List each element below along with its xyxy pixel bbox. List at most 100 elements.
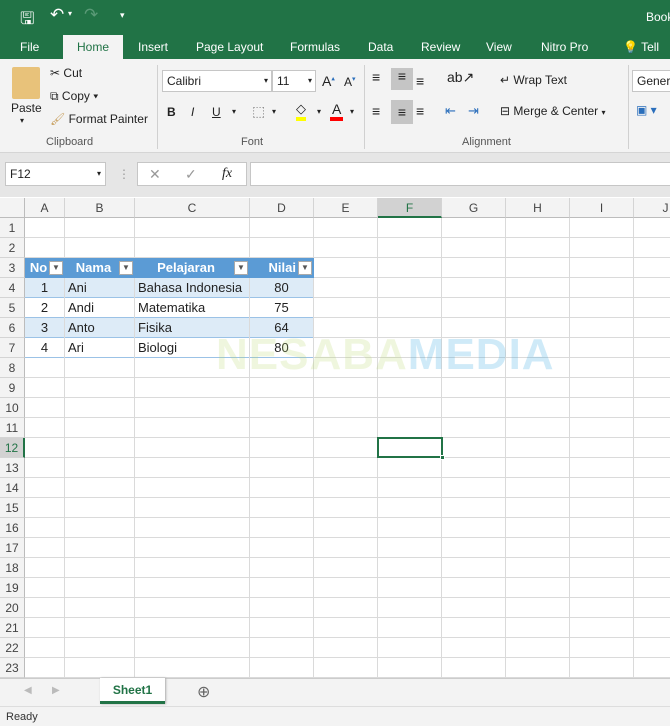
row-header-18[interactable]: 18 [0, 558, 25, 578]
font-color-dropdown-icon[interactable]: ▾ [350, 107, 354, 116]
column-header-e[interactable]: E [314, 198, 378, 218]
column-header-i[interactable]: I [570, 198, 634, 218]
table-cell[interactable]: 4 [25, 338, 64, 358]
align-top-icon[interactable]: ≡ [372, 69, 380, 85]
name-box[interactable]: F12 ▾ [5, 162, 106, 186]
tab-formulas[interactable]: Formulas [282, 35, 348, 59]
row-header-6[interactable]: 6 [0, 318, 25, 338]
row-header-23[interactable]: 23 [0, 658, 25, 678]
align-bottom-icon[interactable]: ≡ [416, 73, 424, 89]
select-all-button[interactable] [0, 198, 25, 218]
fill-dropdown-icon[interactable]: ▾ [317, 107, 321, 116]
tab-review[interactable]: Review [413, 35, 468, 59]
filter-dropdown-icon[interactable]: ▼ [298, 261, 312, 275]
table-cell[interactable]: 1 [25, 278, 64, 298]
tab-data[interactable]: Data [360, 35, 401, 59]
row-header-14[interactable]: 14 [0, 478, 25, 498]
font-name-select[interactable]: Calibri ▾ [162, 70, 272, 92]
tab-nitro-pro[interactable]: Nitro Pro [533, 35, 596, 59]
row-header-2[interactable]: 2 [0, 238, 25, 258]
increase-font-icon[interactable]: A▴ [322, 73, 335, 89]
paste-dropdown-icon[interactable]: ▾ [20, 116, 24, 125]
table-cell[interactable]: Fisika [135, 318, 249, 338]
table-cell[interactable]: Ani [65, 278, 134, 298]
merge-center-button[interactable]: ⊟ Merge & Center ▾ [500, 104, 605, 118]
borders-icon[interactable]: ⬚ [252, 103, 265, 120]
table-cell[interactable]: 80 [250, 338, 313, 358]
tab-file[interactable]: File [12, 35, 47, 59]
drag-handle-icon[interactable]: ⋮ [118, 167, 130, 181]
currency-icon[interactable]: ▣ ▾ [636, 103, 657, 117]
table-cell[interactable]: Andi [65, 298, 134, 318]
table-cell[interactable]: 3 [25, 318, 64, 338]
row-header-17[interactable]: 17 [0, 538, 25, 558]
orientation-icon[interactable]: ab↗ [447, 69, 474, 86]
row-header-8[interactable]: 8 [0, 358, 25, 378]
tab-home[interactable]: Home [63, 35, 123, 59]
cut-button[interactable]: ✂ Cut [50, 66, 82, 80]
column-header-g[interactable]: G [442, 198, 506, 218]
underline-dropdown-icon[interactable]: ▾ [232, 107, 236, 116]
italic-button[interactable]: I [191, 105, 194, 119]
row-header-13[interactable]: 13 [0, 458, 25, 478]
fill-handle[interactable] [440, 455, 445, 460]
column-header-a[interactable]: A [25, 198, 65, 218]
font-color-icon[interactable]: A [330, 101, 344, 121]
scroll-left-icon[interactable]: ◀ [24, 685, 32, 696]
selected-cell[interactable] [377, 437, 443, 458]
table-cell[interactable]: Ari [65, 338, 134, 358]
row-header-1[interactable]: 1 [0, 218, 25, 238]
bold-button[interactable]: B [167, 105, 176, 119]
align-middle-icon[interactable]: ≡ [391, 68, 413, 90]
table-cell[interactable]: Matematika [135, 298, 249, 318]
borders-dropdown-icon[interactable]: ▾ [272, 107, 276, 116]
scroll-right-icon[interactable]: ▶ [52, 685, 60, 696]
column-header-f[interactable]: F [378, 198, 442, 218]
row-header-19[interactable]: 19 [0, 578, 25, 598]
row-header-15[interactable]: 15 [0, 498, 25, 518]
column-header-b[interactable]: B [65, 198, 135, 218]
table-cell[interactable]: 80 [250, 278, 313, 298]
wrap-text-button[interactable]: ↵ Wrap Text [500, 73, 567, 87]
sheet-tab-sheet1[interactable]: Sheet1 [100, 678, 165, 704]
tab-page-layout[interactable]: Page Layout [188, 35, 271, 59]
row-header-5[interactable]: 5 [0, 298, 25, 318]
table-cell[interactable]: Bahasa Indonesia [135, 278, 249, 298]
row-header-11[interactable]: 11 [0, 418, 25, 438]
row-header-21[interactable]: 21 [0, 618, 25, 638]
new-sheet-icon[interactable]: ⊕ [197, 682, 210, 702]
formula-input[interactable] [250, 162, 670, 186]
save-icon[interactable]: 🖫 [20, 6, 34, 35]
row-header-7[interactable]: 7 [0, 338, 25, 358]
align-center-icon[interactable]: ≡ [391, 100, 413, 124]
tab-view[interactable]: View [478, 35, 520, 59]
row-header-20[interactable]: 20 [0, 598, 25, 618]
number-format-select[interactable]: General [632, 70, 670, 92]
undo-icon[interactable]: ↶ [50, 5, 64, 25]
table-cell[interactable]: Biologi [135, 338, 249, 358]
customize-toolbar-icon[interactable]: ▾ [120, 10, 125, 21]
underline-button[interactable]: U [212, 105, 221, 119]
insert-function-icon[interactable]: fx [222, 166, 232, 182]
paste-button[interactable]: Paste [11, 101, 42, 115]
column-header-h[interactable]: H [506, 198, 570, 218]
column-header-d[interactable]: D [250, 198, 314, 218]
row-header-9[interactable]: 9 [0, 378, 25, 398]
table-cell[interactable]: 2 [25, 298, 64, 318]
decrease-indent-icon[interactable]: ⇤ [445, 103, 456, 119]
table-cell[interactable]: 64 [250, 318, 313, 338]
align-right-icon[interactable]: ≡ [416, 103, 424, 119]
filter-dropdown-icon[interactable]: ▼ [234, 261, 248, 275]
fill-color-icon[interactable]: ◇ [296, 101, 306, 121]
table-cell[interactable]: 75 [250, 298, 313, 318]
table-cell[interactable]: Anto [65, 318, 134, 338]
row-header-3[interactable]: 3 [0, 258, 25, 278]
column-header-j[interactable]: J [634, 198, 670, 218]
row-header-10[interactable]: 10 [0, 398, 25, 418]
enter-icon[interactable]: ✓ [185, 166, 197, 183]
tell-me[interactable]: 💡 Tell me [615, 35, 670, 78]
paste-icon[interactable] [12, 67, 40, 99]
row-header-4[interactable]: 4 [0, 278, 25, 298]
increase-indent-icon[interactable]: ⇥ [468, 103, 479, 119]
row-header-12[interactable]: 12 [0, 438, 25, 458]
